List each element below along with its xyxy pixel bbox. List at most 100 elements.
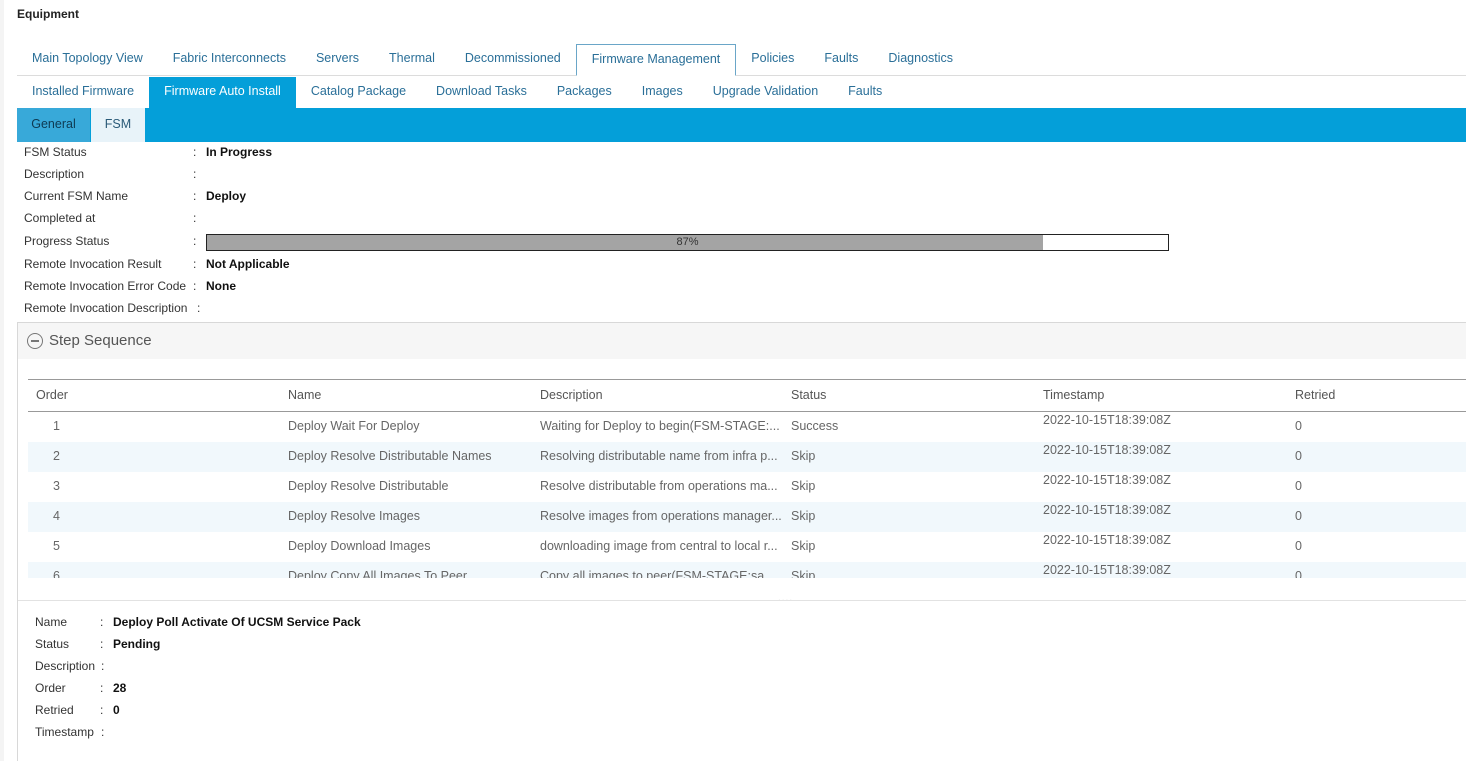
cell-status: Success: [791, 419, 839, 433]
tab-thermal[interactable]: Thermal: [374, 44, 450, 75]
tab-packages[interactable]: Packages: [542, 77, 627, 108]
detail-order-value: 28: [113, 681, 127, 695]
colon: :: [193, 279, 197, 293]
progress-bar-text: 87%: [676, 236, 699, 248]
colon: :: [193, 234, 197, 248]
remote-invocation-result-label: Remote Invocation Result: [24, 257, 162, 271]
table-row[interactable]: 1 Deploy Wait For Deploy Waiting for Dep…: [28, 412, 1466, 442]
cell-timestamp: 2022-10-15T18:39:08Z: [1043, 413, 1171, 427]
tab-installed-firmware[interactable]: Installed Firmware: [17, 77, 149, 108]
column-header-name[interactable]: Name: [288, 388, 321, 402]
tab-firmware-management[interactable]: Firmware Management: [575, 44, 737, 76]
table-row[interactable]: 2 Deploy Resolve Distributable Names Res…: [28, 442, 1466, 472]
pane-splitter-handle[interactable]: ....: [778, 593, 793, 604]
tab-images[interactable]: Images: [627, 77, 698, 108]
remote-invocation-result-value: Not Applicable: [206, 257, 290, 271]
cell-name: Deploy Resolve Distributable Names: [288, 449, 492, 463]
left-edge: [0, 0, 4, 761]
completed-at-row: Completed at :: [24, 211, 196, 225]
cell-description: Resolving distributable name from infra …: [540, 449, 778, 463]
fsm-status-label: FSM Status: [24, 145, 87, 159]
cell-timestamp: 2022-10-15T18:39:08Z: [1043, 563, 1171, 577]
column-header-timestamp[interactable]: Timestamp: [1043, 388, 1104, 402]
column-header-status[interactable]: Status: [791, 388, 826, 402]
cell-status: Skip: [791, 509, 816, 523]
cell-retried: 0: [1295, 449, 1302, 463]
auto-install-tab-bar: General FSM: [17, 108, 1466, 142]
cell-status: Skip: [791, 449, 816, 463]
description-label: Description: [24, 167, 85, 181]
column-header-order[interactable]: Order: [36, 388, 68, 402]
detail-name-row: Name : Deploy Poll Activate Of UCSM Serv…: [35, 615, 361, 629]
detail-status-row: Status : Pending: [35, 637, 160, 651]
cell-status: Skip: [791, 569, 816, 578]
column-header-description[interactable]: Description: [540, 388, 603, 402]
colon: :: [101, 725, 105, 739]
cell-status: Skip: [791, 539, 816, 553]
cell-retried: 0: [1295, 539, 1302, 553]
table-row[interactable]: 5 Deploy Download Images downloading ima…: [28, 532, 1466, 562]
cell-description: downloading image from central to local …: [540, 539, 778, 553]
remote-invocation-error-code-label: Remote Invocation Error Code: [24, 279, 187, 293]
remote-invocation-error-code-value: None: [206, 279, 236, 293]
colon: :: [101, 659, 105, 673]
detail-status-label: Status: [35, 637, 70, 651]
colon: :: [193, 257, 197, 271]
column-header-retried[interactable]: Retried: [1295, 388, 1335, 402]
table-row[interactable]: 4 Deploy Resolve Images Resolve images f…: [28, 502, 1466, 532]
cell-name: Deploy Download Images: [288, 539, 431, 553]
tab-servers[interactable]: Servers: [301, 44, 374, 75]
colon: :: [193, 167, 197, 181]
detail-retried-row: Retried : 0: [35, 703, 120, 717]
tab-faults[interactable]: Faults: [809, 44, 873, 75]
cell-timestamp: 2022-10-15T18:39:08Z: [1043, 473, 1171, 487]
current-fsm-name-value: Deploy: [206, 189, 247, 203]
tab-fabric-interconnects[interactable]: Fabric Interconnects: [158, 44, 301, 75]
colon: :: [197, 301, 201, 315]
colon: :: [100, 681, 104, 695]
fsm-status-row: FSM Status : In Progress: [24, 145, 272, 159]
tab-download-tasks[interactable]: Download Tasks: [421, 77, 542, 108]
table-row[interactable]: 3 Deploy Resolve Distributable Resolve d…: [28, 472, 1466, 502]
tab-firmware-auto-install[interactable]: Firmware Auto Install: [149, 77, 296, 108]
cell-order: 2: [53, 449, 60, 463]
tab-general[interactable]: General: [17, 108, 90, 142]
cell-timestamp: 2022-10-15T18:39:08Z: [1043, 443, 1171, 457]
detail-name-value: Deploy Poll Activate Of UCSM Service Pac…: [113, 615, 361, 629]
progress-bar: 87%: [206, 234, 1169, 251]
cell-description: Copy all images to peer(FSM-STAGE:sa...: [540, 569, 775, 578]
tab-upgrade-validation[interactable]: Upgrade Validation: [698, 77, 833, 108]
table-body[interactable]: 1 Deploy Wait For Deploy Waiting for Dep…: [28, 412, 1466, 578]
cell-order: 1: [53, 419, 60, 433]
cell-retried: 0: [1295, 569, 1302, 578]
colon: :: [100, 615, 104, 629]
completed-at-label: Completed at: [24, 211, 96, 225]
colon: :: [193, 145, 197, 159]
step-sequence-header[interactable]: Step Sequence: [18, 323, 1466, 359]
cell-order: 3: [53, 479, 60, 493]
detail-retried-label: Retried: [35, 703, 74, 717]
detail-description-row: Description :: [35, 659, 104, 673]
cell-retried: 0: [1295, 419, 1302, 433]
remote-invocation-error-code-row: Remote Invocation Error Code : None: [24, 279, 236, 293]
cell-order: 5: [53, 539, 60, 553]
progress-status-row: Progress Status :: [24, 234, 196, 248]
tab-decommissioned[interactable]: Decommissioned: [450, 44, 576, 75]
detail-order-row: Order : 28: [35, 681, 126, 695]
cell-timestamp: 2022-10-15T18:39:08Z: [1043, 503, 1171, 517]
tab-catalog-package[interactable]: Catalog Package: [296, 77, 421, 108]
colon: :: [100, 703, 104, 717]
step-sequence-panel: Step Sequence Order Name Description Sta…: [17, 322, 1466, 761]
tab-main-topology-view[interactable]: Main Topology View: [17, 44, 158, 75]
cell-order: 4: [53, 509, 60, 523]
table-row[interactable]: 6 Deploy Copy All Images To Peer Copy al…: [28, 562, 1466, 578]
tab-firmware-faults[interactable]: Faults: [833, 77, 897, 108]
cell-description: Resolve images from operations manager..…: [540, 509, 782, 523]
step-sequence-title: Step Sequence: [49, 332, 152, 349]
tab-policies[interactable]: Policies: [736, 44, 809, 75]
page-title: Equipment: [17, 7, 79, 21]
tab-diagnostics[interactable]: Diagnostics: [873, 44, 968, 75]
tab-fsm[interactable]: FSM: [91, 108, 145, 142]
collapse-minus-icon[interactable]: [27, 333, 43, 349]
fsm-status-value: In Progress: [206, 145, 273, 159]
